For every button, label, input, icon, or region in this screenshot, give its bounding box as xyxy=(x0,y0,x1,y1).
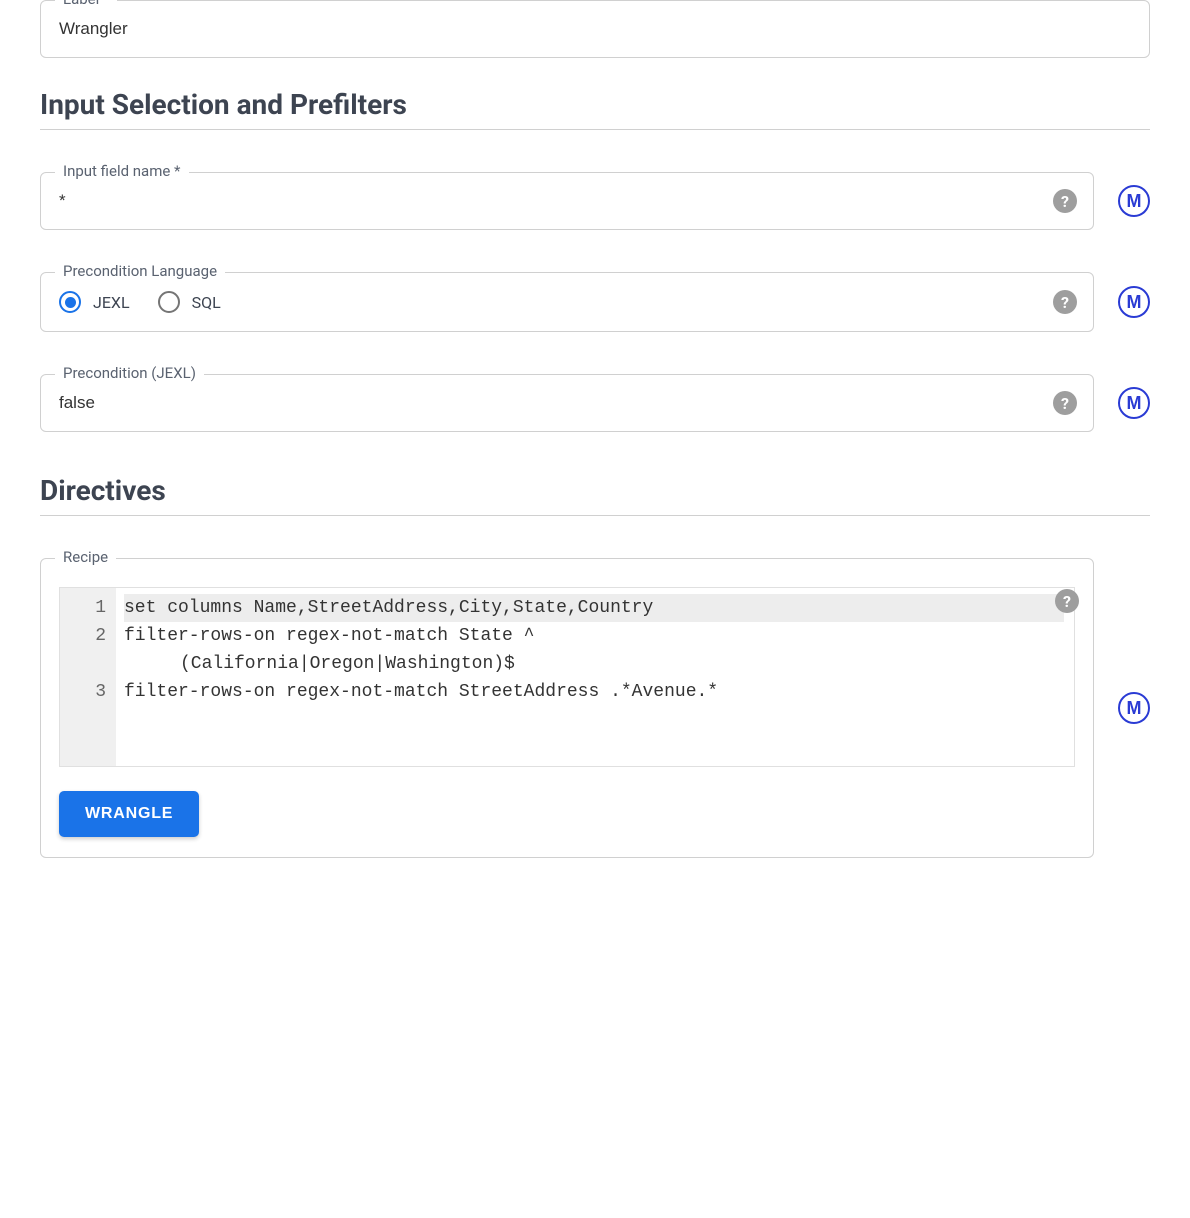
radio-option-jexl[interactable]: JEXL xyxy=(59,291,130,313)
code-line[interactable]: filter-rows-on regex-not-match StreetAdd… xyxy=(124,678,1064,706)
precondition-language-label: Precondition Language xyxy=(55,262,225,280)
radio-label-jexl: JEXL xyxy=(93,293,130,312)
precondition-jexl-label: Precondition (JEXL) xyxy=(55,364,204,382)
label-input[interactable] xyxy=(59,15,1131,43)
radio-dot xyxy=(65,297,76,308)
macro-icon[interactable]: M xyxy=(1118,387,1150,419)
input-field-name-group: Input field name * ? xyxy=(40,172,1094,230)
macro-icon[interactable]: M xyxy=(1118,286,1150,318)
precondition-jexl-input[interactable] xyxy=(59,389,1053,417)
gutter-line: 1 xyxy=(80,594,106,622)
radio-circle-unselected xyxy=(158,291,180,313)
radio-label-sql: SQL xyxy=(192,293,221,312)
code-gutter: 12.3 xyxy=(60,588,116,766)
precondition-jexl-group: Precondition (JEXL) ? xyxy=(40,374,1094,432)
help-icon[interactable]: ? xyxy=(1053,189,1077,213)
input-field-name-label: Input field name * xyxy=(55,162,189,180)
radio-circle-selected xyxy=(59,291,81,313)
precondition-language-group: Precondition Language JEXL SQL ? xyxy=(40,272,1094,332)
wrangle-button[interactable]: WRANGLE xyxy=(59,791,199,837)
recipe-editor-wrap: 12.3 set columns Name,StreetAddress,City… xyxy=(59,587,1075,767)
gutter-line: 2 xyxy=(80,622,106,650)
code-line[interactable]: filter-rows-on regex-not-match State ^ xyxy=(124,622,1064,650)
recipe-group: Recipe 12.3 set columns Name,StreetAddre… xyxy=(40,558,1094,858)
gutter-line: 3 xyxy=(80,678,106,706)
code-line[interactable]: (California|Oregon|Washington)$ xyxy=(124,650,1064,678)
section-divider xyxy=(40,515,1150,516)
code-line[interactable]: set columns Name,StreetAddress,City,Stat… xyxy=(124,594,1064,622)
radio-option-sql[interactable]: SQL xyxy=(158,291,221,313)
section-divider xyxy=(40,129,1150,130)
help-icon[interactable]: ? xyxy=(1053,290,1077,314)
code-lines[interactable]: set columns Name,StreetAddress,City,Stat… xyxy=(116,588,1074,766)
recipe-label: Recipe xyxy=(55,548,116,566)
recipe-editor[interactable]: 12.3 set columns Name,StreetAddress,City… xyxy=(59,587,1075,767)
directives-heading: Directives xyxy=(40,474,1150,507)
label-field-label: Label * xyxy=(55,0,117,8)
macro-icon[interactable]: M xyxy=(1118,692,1150,724)
input-selection-heading: Input Selection and Prefilters xyxy=(40,88,1150,121)
label-field-group: Label * xyxy=(40,0,1150,58)
help-icon[interactable]: ? xyxy=(1053,391,1077,415)
precondition-language-radio-group: JEXL SQL xyxy=(59,287,1053,317)
macro-icon[interactable]: M xyxy=(1118,185,1150,217)
help-icon[interactable]: ? xyxy=(1055,589,1079,613)
input-field-name-input[interactable] xyxy=(59,187,1053,215)
